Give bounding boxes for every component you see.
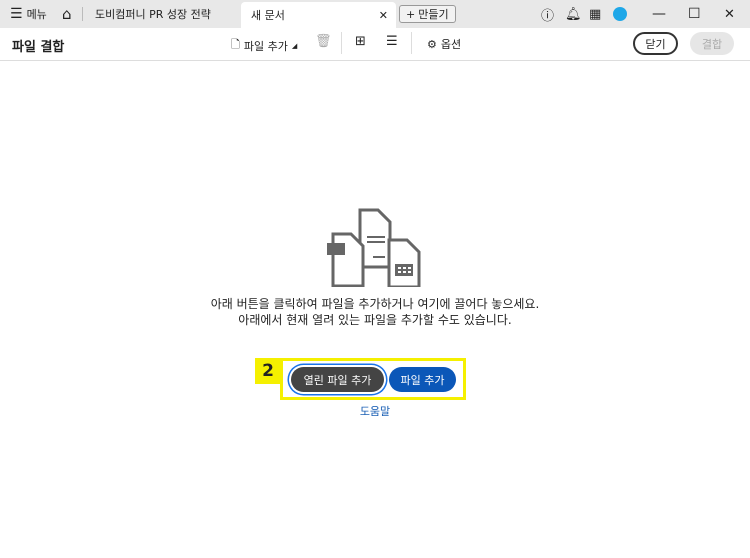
- combine-button[interactable]: 결합: [690, 32, 734, 55]
- tab-bar: ☰ 메뉴 ⌂ 도비컴퍼니 PR 성장 전략 새 문서 ✕ + 만들기 ⓘ 🔔︎ ▦ —…: [0, 0, 750, 28]
- step-badge: 2: [255, 358, 281, 384]
- list-view-icon[interactable]: ☰: [386, 34, 398, 49]
- divider: [341, 32, 342, 54]
- add-files-button[interactable]: 파일 추가: [389, 367, 456, 392]
- add-file-icon: 🗋: [231, 38, 240, 51]
- add-open-files-button[interactable]: 열린 파일 추가: [291, 367, 384, 392]
- gear-icon: ⚙: [427, 37, 437, 51]
- trash-icon[interactable]: 🗑︎: [315, 34, 332, 49]
- tab-document[interactable]: 도비컴퍼니 PR 성장 전략: [95, 0, 211, 28]
- divider: [411, 32, 412, 54]
- home-icon[interactable]: ⌂: [62, 0, 72, 28]
- menu-button[interactable]: ☰ 메뉴: [10, 0, 47, 28]
- dropdown-icon: ◢: [291, 41, 298, 50]
- bell-icon[interactable]: 🔔︎: [565, 0, 582, 28]
- avatar[interactable]: [613, 7, 627, 21]
- close-window-icon[interactable]: ✕: [724, 0, 735, 28]
- close-button[interactable]: 닫기: [633, 32, 678, 55]
- files-illustration-icon: [327, 208, 421, 287]
- instructions: 아래 버튼을 클릭하여 파일을 추가하거나 여기에 끌어다 놓으세요. 아래에서…: [210, 297, 540, 327]
- plus-icon: +: [406, 7, 416, 21]
- minimize-icon[interactable]: —: [652, 0, 666, 28]
- apps-grid-icon[interactable]: ▦: [589, 0, 601, 28]
- tab-new-document[interactable]: 새 문서 ✕: [241, 2, 396, 28]
- close-tab-icon[interactable]: ✕: [379, 9, 388, 22]
- divider: [82, 7, 83, 21]
- hamburger-icon: ☰: [10, 6, 23, 22]
- toolbar: 파일 결합 🗋 파일 추가 ◢ 🗑︎ ⊞ ☰ ⚙ 옵션 닫기 결합: [0, 28, 750, 61]
- grid-view-icon[interactable]: ⊞: [355, 34, 366, 49]
- options-button[interactable]: ⚙ 옵션: [427, 36, 461, 52]
- help-icon[interactable]: ⓘ: [541, 0, 554, 28]
- maximize-icon[interactable]: ☐: [688, 0, 701, 28]
- new-tab-button[interactable]: + 만들기: [399, 5, 456, 23]
- page-title: 파일 결합: [12, 40, 65, 55]
- help-link[interactable]: 도움말: [0, 403, 750, 419]
- add-files-menu[interactable]: 🗋 파일 추가 ◢: [231, 36, 297, 55]
